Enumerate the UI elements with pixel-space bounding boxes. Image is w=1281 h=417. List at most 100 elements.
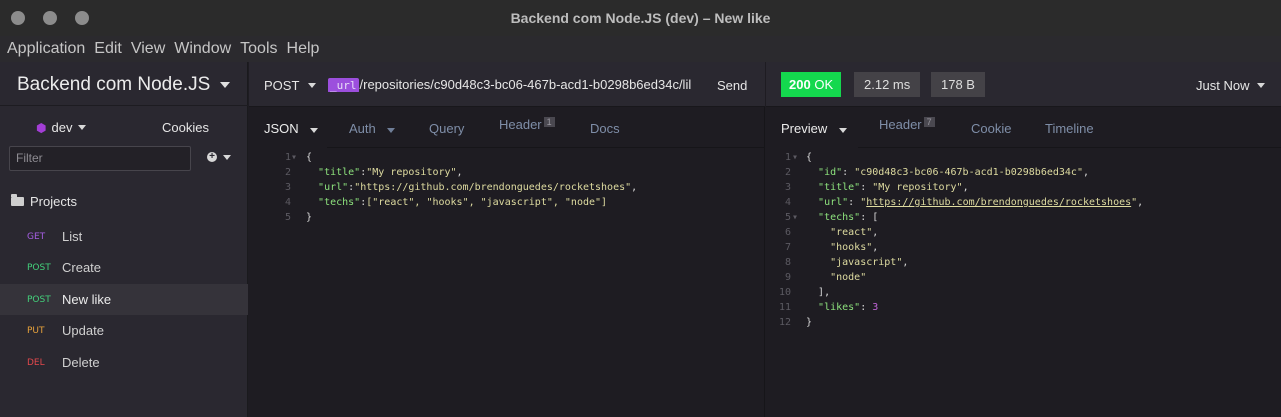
cookies-button[interactable]: Cookies xyxy=(162,120,209,135)
fold-arrow-icon[interactable]: ▾ xyxy=(291,150,297,165)
method-label: POST xyxy=(264,78,300,93)
response-body-viewer: { "id": "c90d48c3-bc06-467b-acd1-b0298b6… xyxy=(806,152,1144,328)
status-badge: 200 OK xyxy=(781,72,842,97)
chevron-down-icon xyxy=(78,125,87,130)
json-value: "react" xyxy=(830,227,873,238)
fold-arrow-icon[interactable]: ▾ xyxy=(792,210,798,225)
json-link[interactable]: https://github.com/brendonguedes/rockets… xyxy=(866,197,1131,208)
menu-view[interactable]: View xyxy=(131,40,165,58)
json-key: "likes" xyxy=(818,302,861,313)
chevron-down-icon xyxy=(1257,83,1266,88)
line-numbers: 1 2 3 4 5 xyxy=(284,152,291,223)
divider xyxy=(0,105,248,106)
request-item-update[interactable]: PUT Update xyxy=(0,315,248,346)
chevron-down-icon xyxy=(387,128,396,133)
tab-auth[interactable]: Auth xyxy=(349,107,396,148)
request-name: Delete xyxy=(62,355,100,370)
tab-preview[interactable]: Preview xyxy=(766,107,858,149)
request-tabs: JSON Auth Query Header 1 Docs xyxy=(249,107,765,149)
request-body-editor[interactable]: { "title":"My repository", "url":"https:… xyxy=(306,150,637,225)
request-name: List xyxy=(62,229,83,244)
request-name: New like xyxy=(62,292,112,307)
title-bar: Backend com Node.JS (dev) – New like xyxy=(0,0,1281,36)
projects-folder[interactable]: Projects xyxy=(11,194,77,209)
response-size-badge: 178 B xyxy=(931,72,985,97)
history-dropdown[interactable]: Just Now xyxy=(1196,78,1266,93)
json-value: "https://github.com/brendonguedes/rocket… xyxy=(354,182,632,193)
method-badge: DEL xyxy=(27,357,45,368)
url-path: /repositories/c90d48c3-bc06-467b-acd1-b0… xyxy=(359,77,692,92)
request-item-create[interactable]: POST Create xyxy=(0,252,248,283)
workspace-title[interactable]: Backend com Node.JS xyxy=(17,74,210,96)
tab-header[interactable]: Header 1 xyxy=(499,107,555,148)
url-bar: POST _url/repositories/c90d48c3-bc06-467… xyxy=(249,62,765,107)
header-count-badge: 7 xyxy=(923,117,935,127)
tab-label: Header xyxy=(499,117,542,132)
json-key: "url" xyxy=(818,197,849,208)
tab-label: Header xyxy=(879,117,922,132)
menu-tools[interactable]: Tools xyxy=(240,40,277,58)
tab-response-header[interactable]: Header 7 xyxy=(879,107,935,148)
tab-json[interactable]: JSON xyxy=(249,107,327,149)
request-item-delete[interactable]: DEL Delete xyxy=(0,347,248,378)
method-badge: POST xyxy=(27,262,51,273)
tab-query[interactable]: Query xyxy=(429,107,464,148)
menu-bar: Application Edit View Window Tools Help xyxy=(0,36,1281,62)
method-badge: POST xyxy=(27,294,51,305)
json-value: "hooks" xyxy=(830,242,873,253)
tab-timeline[interactable]: Timeline xyxy=(1045,107,1094,148)
chevron-down-icon xyxy=(308,83,317,88)
request-name: Create xyxy=(62,260,102,275)
folder-icon xyxy=(11,194,24,206)
chevron-down-icon xyxy=(838,128,847,133)
method-badge: PUT xyxy=(27,325,45,336)
menu-help[interactable]: Help xyxy=(287,40,320,58)
menu-application[interactable]: Application xyxy=(7,40,85,58)
add-request-button[interactable]: + xyxy=(207,152,231,162)
json-key: "techs" xyxy=(818,212,861,223)
chevron-down-icon xyxy=(223,154,231,160)
sidebar: Backend com Node.JS ⬢ dev Cookies Filter… xyxy=(0,62,248,417)
json-value: "javascript" xyxy=(830,257,903,268)
json-key: "id" xyxy=(818,167,843,178)
request-item-list[interactable]: GET List xyxy=(0,221,248,252)
json-value: ["react", "hooks", "javascript", "node"] xyxy=(366,197,608,208)
status-code: 200 xyxy=(789,77,811,92)
tab-label: Preview xyxy=(781,121,828,136)
tab-cookie[interactable]: Cookie xyxy=(971,107,1011,148)
response-time-badge: 2.12 ms xyxy=(854,72,921,97)
header-count-badge: 1 xyxy=(543,117,555,127)
url-input[interactable]: _url/repositories/c90d48c3-bc06-467b-acd… xyxy=(328,77,701,92)
url-variable-tag[interactable]: _url xyxy=(328,78,359,92)
tab-label: JSON xyxy=(264,121,299,136)
send-button[interactable]: Send xyxy=(717,78,747,93)
menu-edit[interactable]: Edit xyxy=(94,40,122,58)
projects-label: Projects xyxy=(30,194,77,209)
json-key: "title" xyxy=(318,167,361,178)
request-name: Update xyxy=(62,323,104,338)
request-item-new-like[interactable]: POST New like xyxy=(0,284,248,315)
line-numbers: 1 2 3 4 5 6 7 8 9 10 11 12 xyxy=(778,152,791,328)
json-value: "node" xyxy=(830,272,867,283)
window-title: Backend com Node.JS (dev) – New like xyxy=(510,10,771,26)
fold-arrow-icon[interactable]: ▾ xyxy=(792,150,798,165)
json-value: "My repository" xyxy=(366,167,457,178)
chevron-down-icon[interactable] xyxy=(220,82,230,88)
method-selector[interactable]: POST xyxy=(264,78,317,93)
chevron-down-icon xyxy=(310,128,319,133)
response-tabs: Preview Header 7 Cookie Timeline xyxy=(766,107,1281,149)
status-text: OK xyxy=(814,77,834,92)
environment-color-icon: ⬢ xyxy=(36,120,47,135)
history-label: Just Now xyxy=(1196,78,1250,93)
json-key: "url" xyxy=(318,182,349,193)
environment-label: dev xyxy=(51,120,73,135)
plus-icon: + xyxy=(207,152,217,162)
filter-input[interactable]: Filter xyxy=(9,146,191,171)
json-value: 3 xyxy=(872,302,879,313)
json-value: "c90d48c3-bc06-467b-acd1-b0298b6ed34c" xyxy=(854,167,1083,178)
tab-docs[interactable]: Docs xyxy=(590,107,620,148)
menu-window[interactable]: Window xyxy=(174,40,231,58)
tab-label: Auth xyxy=(349,121,376,136)
json-key: "title" xyxy=(818,182,861,193)
environment-selector[interactable]: ⬢ dev xyxy=(36,120,87,135)
